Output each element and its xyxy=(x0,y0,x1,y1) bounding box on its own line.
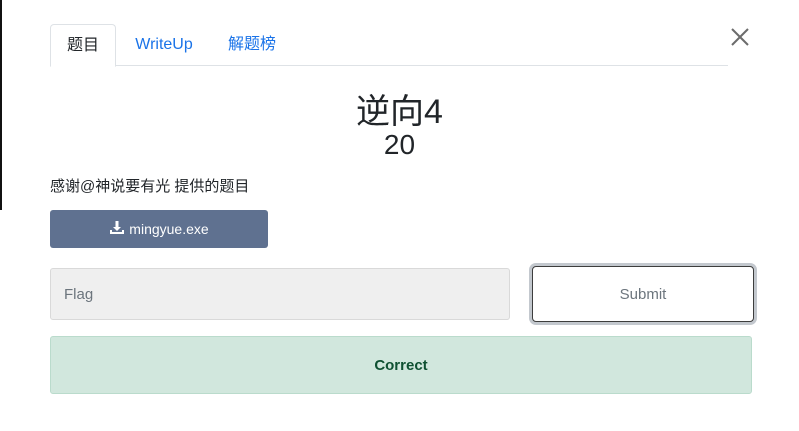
submit-button[interactable]: Submit xyxy=(532,266,754,322)
close-icon[interactable] xyxy=(729,26,751,48)
download-icon xyxy=(109,220,125,239)
challenge-description: 感谢@神说要有光 提供的题目 xyxy=(50,178,250,195)
challenge-points: 20 xyxy=(383,129,416,160)
file-download-button[interactable]: mingyue.exe xyxy=(50,210,268,248)
file-name: mingyue.exe xyxy=(129,221,209,237)
tab-writeup[interactable]: WriteUp xyxy=(132,24,196,66)
tab-solves[interactable]: 解题榜 xyxy=(227,24,277,66)
tab-bar: 题目 WriteUp 解题榜 xyxy=(50,24,728,67)
flag-input[interactable] xyxy=(50,268,510,320)
challenge-title: 逆向4 xyxy=(356,93,443,131)
tab-challenge[interactable]: 题目 xyxy=(50,24,116,67)
result-message: Correct xyxy=(50,336,752,394)
